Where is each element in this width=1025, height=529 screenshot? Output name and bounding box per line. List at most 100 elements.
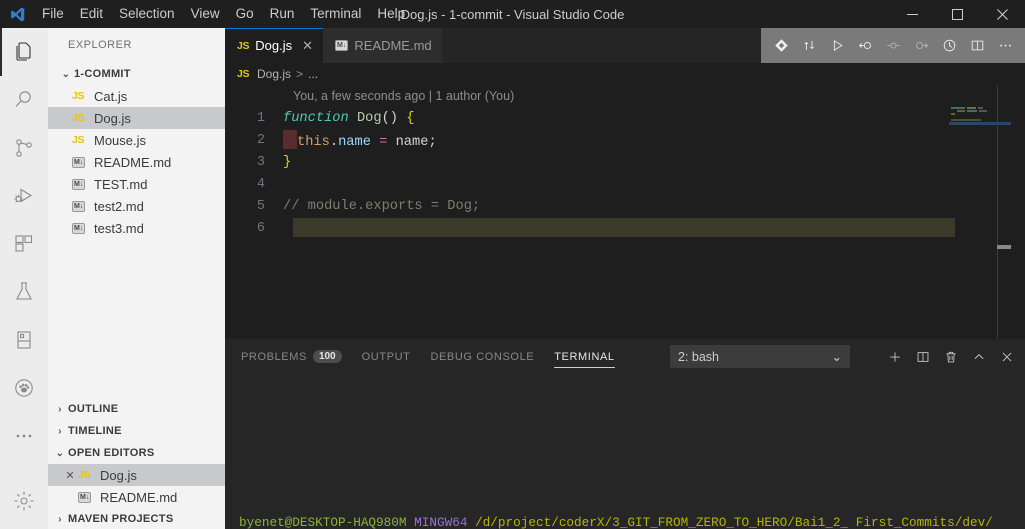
- section-open-editors[interactable]: ⌄ OPEN EDITORS: [48, 442, 225, 464]
- section-timeline[interactable]: › TIMELINE: [48, 420, 225, 442]
- database-icon[interactable]: [0, 316, 48, 364]
- section-label: MAVEN PROJECTS: [68, 513, 174, 525]
- code-line-5[interactable]: 5 // module.exports = Dog;: [225, 195, 1025, 217]
- tab-debug-console[interactable]: DEBUG CONSOLE: [420, 339, 544, 374]
- code-line-3[interactable]: 3 }: [225, 151, 1025, 173]
- line-content: function Dog() {: [283, 110, 415, 126]
- menu-terminal[interactable]: Terminal: [302, 0, 369, 28]
- search-icon[interactable]: [0, 76, 48, 124]
- menu-go[interactable]: Go: [228, 0, 262, 28]
- line-content: }: [283, 154, 292, 170]
- open-editor-dog-js[interactable]: ✕ JS Dog.js: [48, 464, 225, 486]
- tab-problems[interactable]: PROBLEMS 100: [231, 339, 352, 374]
- git-blame-annotation: You, a few seconds ago | 1 author (You): [293, 89, 515, 103]
- new-terminal-icon[interactable]: [881, 339, 909, 374]
- minimap[interactable]: [949, 85, 1011, 339]
- minimize-button[interactable]: [890, 0, 935, 28]
- docker-paw-icon[interactable]: [0, 364, 48, 412]
- problems-count-badge: 100: [312, 350, 342, 363]
- editor-region: JS Dog.js ✕ M↓ README.md JS Dog.js > ...…: [225, 28, 1025, 529]
- kill-terminal-trash-icon[interactable]: [937, 339, 965, 374]
- source-control-icon[interactable]: [0, 124, 48, 172]
- open-editor-label: README.md: [100, 489, 178, 505]
- chevron-down-icon: ⌄: [831, 350, 842, 364]
- more-actions-icon[interactable]: [0, 412, 48, 460]
- code-line-1[interactable]: 1 function Dog() {: [225, 107, 1025, 129]
- code-line-6[interactable]: 6: [225, 217, 1025, 239]
- maximize-panel-icon[interactable]: [965, 339, 993, 374]
- menu-bar[interactable]: File Edit Selection View Go Run Terminal…: [34, 0, 413, 28]
- open-editor-readme-md[interactable]: M↓ README.md: [48, 486, 225, 508]
- folder-root-1-commit[interactable]: ⌄ 1-COMMIT: [48, 63, 225, 85]
- file-dog-js[interactable]: JS Dog.js: [48, 107, 225, 129]
- vscode-logo-icon: [0, 0, 34, 28]
- file-label: test3.md: [94, 220, 144, 236]
- file-test-md[interactable]: M↓ TEST.md: [48, 173, 225, 195]
- terminal-selector-value: 2: bash: [678, 349, 720, 364]
- terminal-selector-dropdown[interactable]: 2: bash ⌄: [670, 345, 850, 368]
- line-content: this.name = name;: [283, 130, 437, 150]
- js-file-icon: JS: [72, 112, 85, 124]
- more-actions-icon[interactable]: [991, 28, 1019, 63]
- section-label: OPEN EDITORS: [68, 447, 155, 459]
- navigate-back-icon[interactable]: [851, 28, 879, 63]
- close-button[interactable]: [980, 0, 1025, 28]
- maximize-button[interactable]: [935, 0, 980, 28]
- activity-bar: [0, 28, 48, 529]
- history-clock-icon[interactable]: [935, 28, 963, 63]
- file-cat-js[interactable]: JS Cat.js: [48, 85, 225, 107]
- extensions-icon[interactable]: [0, 220, 48, 268]
- menu-file[interactable]: File: [34, 0, 72, 28]
- file-readme-md[interactable]: M↓ README.md: [48, 151, 225, 173]
- tab-dog-js[interactable]: JS Dog.js ✕: [225, 28, 324, 63]
- breakpoint-circle-icon[interactable]: [879, 28, 907, 63]
- settings-gear-icon[interactable]: [0, 477, 48, 525]
- file-test3-md[interactable]: M↓ test3.md: [48, 217, 225, 239]
- menu-view[interactable]: View: [183, 0, 228, 28]
- menu-help[interactable]: Help: [369, 0, 413, 28]
- tab-close-icon[interactable]: ✕: [302, 38, 313, 54]
- tab-terminal[interactable]: TERMINAL: [544, 339, 624, 374]
- code-editor[interactable]: You, a few seconds ago | 1 author (You) …: [225, 85, 1025, 339]
- file-test2-md[interactable]: M↓ test2.md: [48, 195, 225, 217]
- markdown-file-icon: M↓: [78, 491, 92, 503]
- code-line-4[interactable]: 4: [225, 173, 1025, 195]
- split-terminal-icon[interactable]: [909, 339, 937, 374]
- tab-output[interactable]: OUTPUT: [352, 339, 421, 374]
- section-maven-projects[interactable]: › MAVEN PROJECTS: [48, 508, 225, 529]
- breadcrumb[interactable]: JS Dog.js > ...: [225, 63, 1025, 85]
- close-panel-icon[interactable]: [993, 339, 1021, 374]
- minimap-thumb[interactable]: [997, 245, 1011, 249]
- breadcrumb-file[interactable]: Dog.js: [257, 67, 291, 81]
- markdown-file-icon: M↓: [72, 200, 86, 212]
- split-editor-icon[interactable]: [963, 28, 991, 63]
- run-debug-icon[interactable]: [0, 172, 48, 220]
- close-icon[interactable]: ✕: [62, 469, 78, 482]
- file-label: Cat.js: [94, 88, 128, 104]
- explorer-icon[interactable]: [0, 28, 48, 76]
- file-mouse-js[interactable]: JS Mouse.js: [48, 129, 225, 151]
- testing-flask-icon[interactable]: [0, 268, 48, 316]
- breadcrumb-tail[interactable]: ...: [308, 67, 318, 81]
- file-label: Dog.js: [94, 110, 131, 126]
- menu-selection[interactable]: Selection: [111, 0, 183, 28]
- line-number: 2: [256, 132, 265, 148]
- terminal-output[interactable]: byenet@DESKTOP-HAQ980M MINGW64 /d/projec…: [225, 374, 1025, 529]
- navigate-forward-icon[interactable]: [907, 28, 935, 63]
- section-outline[interactable]: › OUTLINE: [48, 398, 225, 420]
- source-control-icon[interactable]: [767, 28, 795, 63]
- minimap-slider[interactable]: [997, 85, 1011, 339]
- folder-root-label: 1-COMMIT: [74, 68, 131, 80]
- tab-readme-md[interactable]: M↓ README.md: [323, 28, 442, 63]
- tab-label: DEBUG CONSOLE: [430, 350, 535, 363]
- js-file-icon: JS: [78, 469, 91, 481]
- title-bar: File Edit Selection View Go Run Terminal…: [0, 0, 1025, 28]
- code-line-2[interactable]: 2 this.name = name;: [225, 129, 1025, 151]
- menu-run[interactable]: Run: [262, 0, 303, 28]
- markdown-file-icon: M↓: [72, 222, 86, 234]
- js-file-icon: JS: [237, 39, 250, 52]
- run-play-icon[interactable]: [823, 28, 851, 63]
- git-compare-icon[interactable]: [795, 28, 823, 63]
- menu-edit[interactable]: Edit: [72, 0, 111, 28]
